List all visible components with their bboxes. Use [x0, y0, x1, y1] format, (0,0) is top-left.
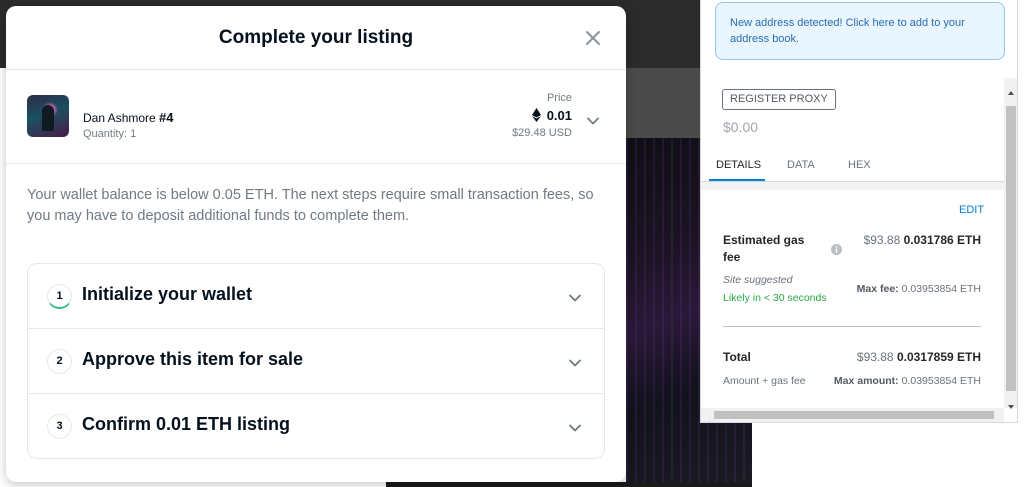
clipped-text: ~~~~~~ — [723, 66, 762, 72]
step-initialize-wallet[interactable]: 1 Initialize your wallet — [28, 264, 604, 329]
price-label: Price — [546, 92, 572, 104]
wallet-popup: New address detected! Click here to add … — [700, 0, 1018, 423]
chevron-down-icon[interactable] — [586, 113, 600, 127]
ethereum-icon — [531, 108, 541, 125]
max-fee: Max fee: 0.03953854 ETH — [857, 283, 981, 295]
listing-item-row: Dan Ashmore #4 Quantity: 1 Price 0.01 $2… — [6, 70, 626, 164]
chevron-down-icon[interactable] — [568, 420, 582, 434]
step-label: Initialize your wallet — [82, 284, 253, 304]
max-fee-label: Max fee: — [856, 283, 899, 295]
step-approve-item[interactable]: 2 Approve this item for sale — [28, 329, 604, 394]
scroll-down-arrow-icon[interactable] — [1007, 396, 1015, 409]
item-name: Dan Ashmore #4 — [83, 110, 174, 125]
active-tab-indicator — [709, 179, 765, 181]
total-value: $93.88 0.0317859 ETH — [857, 350, 981, 364]
item-collection-name: Dan Ashmore — [83, 111, 156, 125]
gas-fee-usd: $93.88 — [863, 233, 901, 247]
complete-listing-modal: Complete your listing Dan Ashmore #4 Qua… — [6, 6, 626, 482]
item-number: #4 — [159, 110, 174, 125]
vertical-scrollbar-thumb[interactable] — [1006, 106, 1016, 391]
vertical-scrollbar[interactable] — [1004, 78, 1017, 409]
step-label: Confirm 0.01 ETH listing — [82, 414, 291, 434]
chevron-down-icon[interactable] — [568, 355, 582, 369]
step-confirm-listing[interactable]: 3 Confirm 0.01 ETH listing — [28, 394, 604, 459]
likely-time: Likely in < 30 seconds — [723, 292, 827, 304]
price-eth: 0.01 — [531, 108, 572, 125]
tab-hex[interactable]: HEX — [848, 159, 871, 171]
max-fee-value: 0.03953854 ETH — [901, 283, 981, 295]
price-usd: $29.48 USD — [512, 127, 572, 139]
item-quantity: Quantity: 1 — [83, 128, 137, 140]
gas-fee-eth: 0.031786 ETH — [903, 233, 981, 247]
total-label: Total — [723, 350, 751, 364]
scroll-up-arrow-icon[interactable] — [1007, 82, 1015, 95]
step-number-badge: 2 — [47, 349, 72, 374]
modal-title: Complete your listing — [218, 27, 414, 48]
close-icon[interactable] — [583, 28, 603, 48]
step-number-badge: 3 — [47, 414, 72, 439]
gas-fee-value: $93.88 0.031786 ETH — [864, 233, 981, 247]
listing-steps: 1 Initialize your wallet 2 Approve this … — [27, 263, 605, 459]
info-icon[interactable] — [831, 240, 842, 255]
tab-details[interactable]: DETAILS — [716, 159, 761, 171]
step-number-badge: 1 — [47, 284, 72, 309]
divider — [723, 326, 981, 327]
price-eth-value: 0.01 — [546, 108, 572, 123]
step-label: Approve this item for sale — [82, 349, 304, 369]
tab-data[interactable]: DATA — [787, 159, 815, 171]
wallet-tabs: DETAILS DATA HEX — [701, 151, 1004, 182]
low-balance-notice: Your wallet balance is below 0.05 ETH. T… — [27, 187, 594, 224]
section-divider — [701, 182, 1004, 190]
backdrop-overlay-strip — [626, 68, 700, 138]
usd-value: $0.00 — [723, 119, 759, 135]
modal-header: Complete your listing — [6, 6, 626, 70]
nft-thumbnail — [27, 95, 69, 137]
total-usd: $93.88 — [856, 350, 894, 364]
max-amount-label: Max amount: — [833, 375, 899, 387]
amount-plus-gas-label: Amount + gas fee — [723, 375, 806, 387]
site-suggested-label: Site suggested — [723, 274, 793, 286]
horizontal-scrollbar[interactable] — [701, 408, 1004, 422]
estimated-gas-fee-label: Estimated gas fee — [723, 233, 805, 264]
max-amount: Max amount: 0.03953854 ETH — [834, 375, 981, 387]
new-address-notice[interactable]: New address detected! Click here to add … — [715, 2, 1005, 60]
backdrop-bottom-strip — [386, 482, 752, 487]
horizontal-scrollbar-thumb[interactable] — [714, 411, 994, 419]
edit-gas-link[interactable]: EDIT — [959, 204, 984, 216]
max-amount-value: 0.03953854 ETH — [901, 375, 981, 387]
register-proxy-button[interactable]: REGISTER PROXY — [722, 89, 836, 110]
scroll-left-arrow-icon[interactable] — [705, 412, 711, 422]
chevron-down-icon[interactable] — [568, 290, 582, 304]
total-eth: 0.0317859 ETH — [896, 350, 981, 364]
